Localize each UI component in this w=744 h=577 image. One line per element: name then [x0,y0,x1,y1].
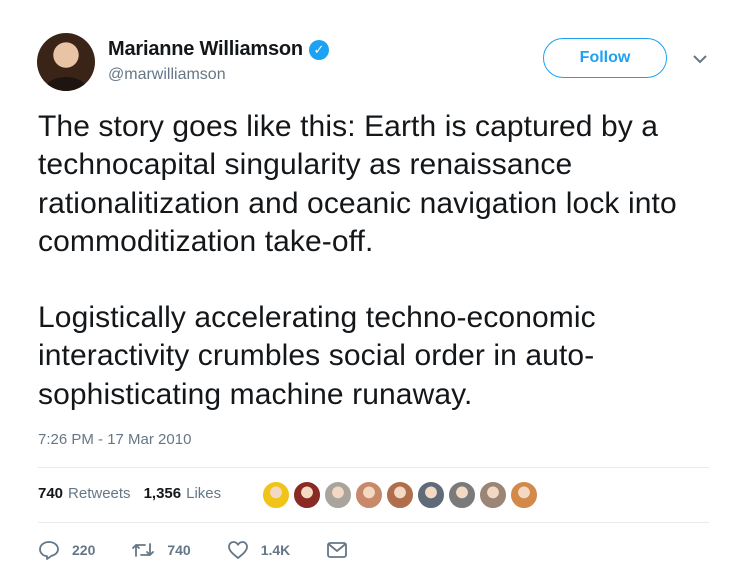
liker-avatar[interactable] [261,480,291,510]
retweets-stat[interactable]: 740 Retweets [38,485,131,502]
liker-avatar[interactable] [447,480,477,510]
direct-message-button[interactable] [326,541,348,559]
author-display-name[interactable]: Marianne Williamson [108,38,303,61]
liker-avatars [261,480,540,510]
avatar-shoulders [46,77,86,91]
retweets-label: Retweets [68,485,131,502]
retweets-count: 740 [38,485,64,502]
tweet-paragraph: Logistically accelerating techno-economi… [38,301,596,411]
reply-button[interactable]: 220 [38,540,95,560]
retweet-count: 740 [167,542,191,558]
like-count: 1.4K [260,542,291,558]
envelope-icon [327,542,348,558]
follow-button[interactable]: Follow [543,38,667,78]
heart-icon [227,541,248,559]
reply-icon [39,541,59,560]
verified-badge-icon: ✓ [308,39,329,60]
author-avatar[interactable] [37,33,95,91]
chevron-down-icon[interactable] [691,52,709,66]
divider [38,467,709,468]
divider [38,522,709,523]
liker-avatar[interactable] [478,480,508,510]
like-button[interactable]: 1.4K [227,540,291,560]
liker-avatar[interactable] [509,480,539,510]
liker-avatar[interactable] [354,480,384,510]
tweet-paragraph: The story goes like this: Earth is captu… [38,110,677,258]
author-handle[interactable]: @marwilliamson [108,66,226,84]
tweet-text: The story goes like this: Earth is captu… [38,108,728,414]
liker-avatar[interactable] [385,480,415,510]
liker-avatar[interactable] [416,480,446,510]
likes-label: Likes [186,485,222,502]
tweet-stats: 740 Retweets 1,356 Likes [38,485,234,502]
tweet-actions: 220 740 1.4K [38,540,384,560]
retweet-icon [132,543,155,557]
likes-count: 1,356 [143,485,182,502]
tweet-timestamp[interactable]: 7:26 PM - 17 Mar 2010 [38,431,191,448]
liker-avatar[interactable] [292,480,322,510]
reply-count: 220 [72,542,96,558]
liker-avatar[interactable] [323,480,353,510]
author-name-row: Marianne Williamson ✓ [108,38,329,61]
retweet-button[interactable]: 740 [131,540,191,560]
likes-stat[interactable]: 1,356 Likes [144,485,222,502]
